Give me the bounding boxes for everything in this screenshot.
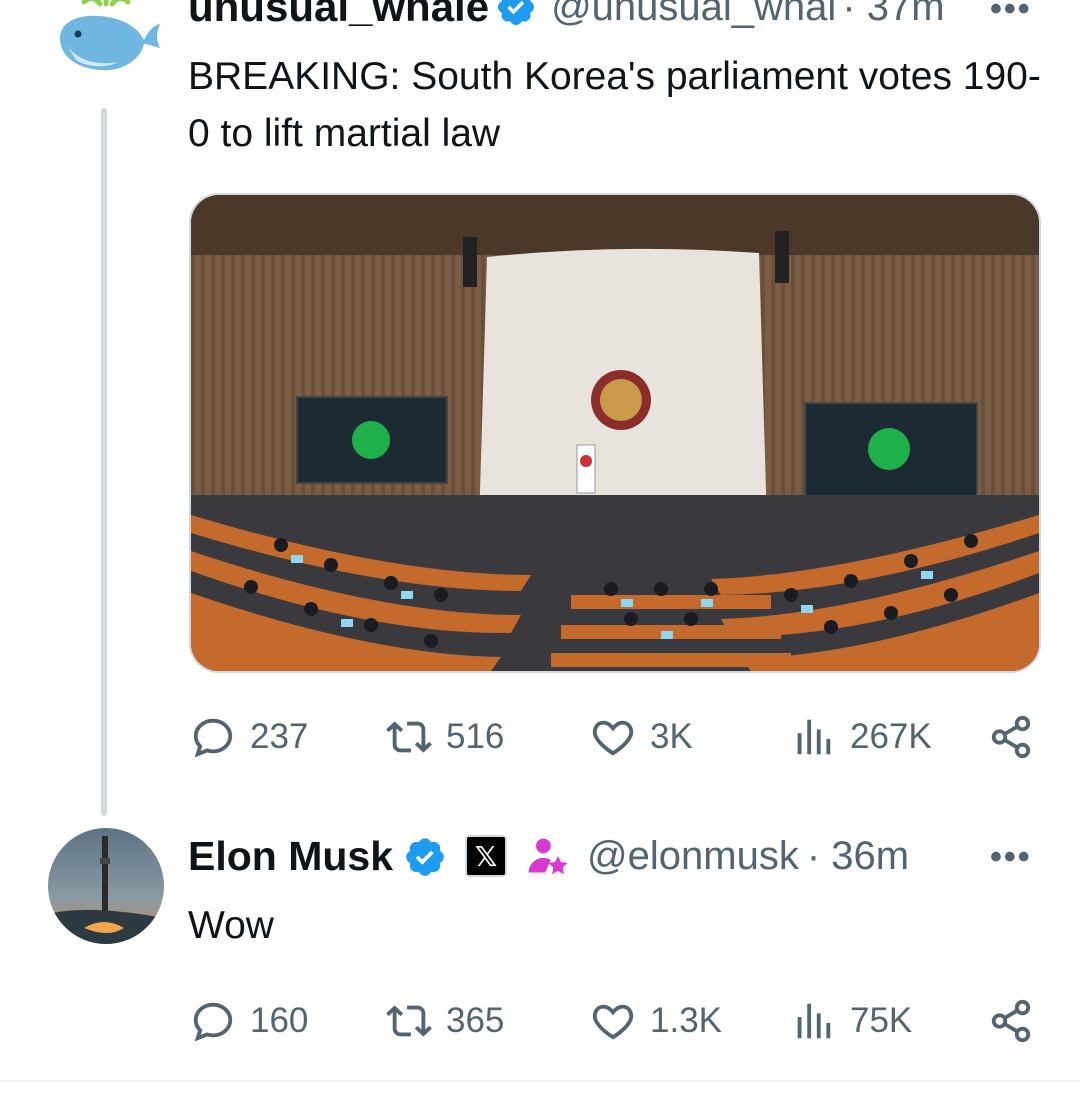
reply-button[interactable]: 160: [190, 998, 308, 1044]
tweet-divider: [0, 1080, 1080, 1082]
thread-line: [101, 108, 107, 816]
parliament-photo: [191, 195, 1039, 671]
tweet-actions: 160 365 1.3K 75K: [0, 996, 1080, 1046]
timestamp[interactable]: · 37m: [842, 0, 944, 30]
tweet-header: Elon Musk 𝕏 @elonmusk · 36m: [188, 830, 909, 882]
tweet-text: Wow: [188, 904, 274, 947]
views-button[interactable]: 267K: [790, 714, 932, 760]
like-button[interactable]: 3K: [590, 714, 693, 760]
timestamp[interactable]: · 36m: [807, 834, 909, 879]
like-button[interactable]: 1.3K: [590, 998, 722, 1044]
verified-badge-icon: [495, 0, 537, 28]
views-chart-icon: [797, 719, 831, 755]
tweet-text: BREAKING: South Korea's parliament votes…: [188, 55, 1041, 155]
views-chart-icon: [797, 1003, 831, 1039]
avatar[interactable]: [48, 828, 164, 944]
views-button[interactable]: 75K: [790, 998, 912, 1044]
tweet-image[interactable]: [189, 193, 1041, 673]
heart-icon: [592, 720, 634, 756]
like-count: 1.3K: [650, 1001, 722, 1040]
repost-button[interactable]: 516: [386, 714, 504, 760]
handle[interactable]: @unusual_whal: [551, 0, 836, 30]
share-button[interactable]: [988, 998, 1034, 1044]
share-icon: [991, 999, 1031, 1043]
repost-count: 365: [446, 1001, 505, 1040]
display-name[interactable]: unusual_whale: [188, 0, 489, 31]
repost-button[interactable]: 365: [386, 998, 504, 1044]
reply-button[interactable]: 237: [190, 714, 308, 760]
share-icon: [991, 715, 1031, 759]
tweet-header: unusual_whale @unusual_whal · 37m: [188, 0, 945, 32]
x-affiliate-badge-icon[interactable]: 𝕏: [465, 835, 508, 877]
reply-icon: [193, 718, 233, 758]
reply-icon: [193, 1002, 233, 1042]
repost-icon: [386, 1005, 432, 1037]
repost-count: 516: [446, 717, 505, 756]
more-options-icon[interactable]: •••: [990, 838, 1032, 877]
verified-badge-icon: [403, 835, 445, 877]
share-button[interactable]: [988, 714, 1034, 760]
display-name[interactable]: Elon Musk: [188, 833, 393, 880]
avatar[interactable]: [48, 0, 164, 98]
heart-icon: [592, 1004, 634, 1040]
view-count: 267K: [850, 717, 932, 756]
view-count: 75K: [850, 1001, 913, 1040]
repost-icon: [386, 721, 432, 753]
reply-count: 160: [250, 1001, 309, 1040]
reply-count: 237: [250, 717, 309, 756]
tweet-actions: 237 516 3K 267K: [0, 712, 1080, 762]
like-count: 3K: [650, 717, 693, 756]
more-options-icon[interactable]: •••: [990, 0, 1032, 29]
persona-star-icon: [525, 834, 569, 878]
handle[interactable]: @elonmusk: [587, 834, 799, 879]
